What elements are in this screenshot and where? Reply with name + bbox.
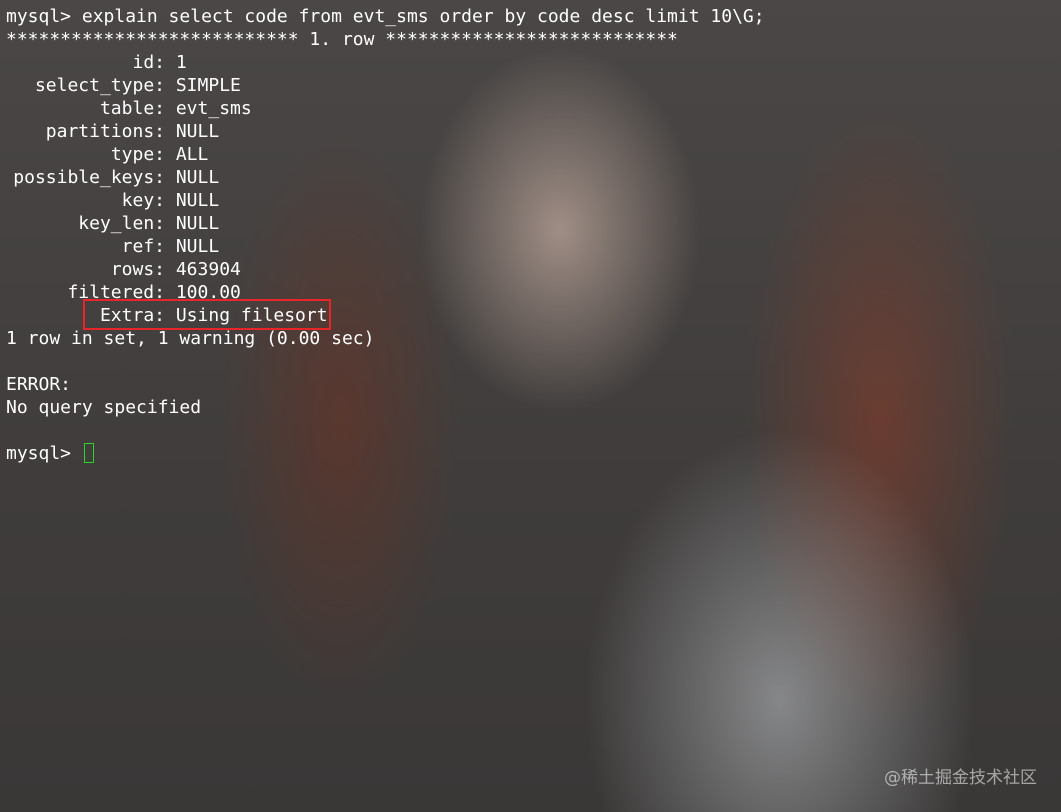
field-value: NULL <box>175 190 220 211</box>
explain-row: type: ALL <box>6 143 209 166</box>
field-value: NULL <box>175 213 220 234</box>
explain-row: possible_keys: NULL <box>6 166 219 189</box>
explain-row: rows: 463904 <box>6 258 241 281</box>
field-value: NULL <box>175 167 220 188</box>
filesort-highlight-box <box>83 299 331 330</box>
prompt: mysql> <box>6 443 72 464</box>
field-label: type: <box>110 144 165 165</box>
row-separator: *************************** 1. row *****… <box>6 29 678 50</box>
field-value: NULL <box>175 121 220 142</box>
explain-row: key: NULL <box>6 189 220 212</box>
terminal-window[interactable]: mysql> explain select code from evt_sms … <box>0 0 1061 812</box>
command-line: mysql> explain select code from evt_sms … <box>6 6 765 27</box>
field-label: key: <box>121 190 165 211</box>
field-value: ALL <box>175 144 209 165</box>
field-label: table: <box>99 98 165 119</box>
field-label: ref: <box>121 236 165 257</box>
field-label: possible_keys: <box>13 167 165 188</box>
field-value: 463904 <box>175 259 241 280</box>
field-label: rows: <box>110 259 165 280</box>
field-value: evt_sms <box>175 98 252 119</box>
explain-row: partitions: NULL <box>6 120 219 143</box>
cursor[interactable] <box>83 443 94 463</box>
field-value: SIMPLE <box>175 75 241 96</box>
field-label: key_len: <box>78 213 165 234</box>
prompt-line[interactable]: mysql> <box>6 442 94 465</box>
field-label: id: <box>132 52 165 73</box>
watermark: @稀土掘金技术社区 <box>884 768 1037 788</box>
explain-row: ref: NULL <box>6 235 220 258</box>
explain-row: table: evt_sms <box>6 97 252 120</box>
summary-line: 1 row in set, 1 warning (0.00 sec) <box>6 328 375 349</box>
explain-row: select_type: SIMPLE <box>6 74 241 97</box>
field-label: partitions: <box>45 121 165 142</box>
explain-row: key_len: NULL <box>6 212 219 235</box>
field-value: NULL <box>175 236 220 257</box>
error-label: ERROR: <box>6 374 72 395</box>
field-label: select_type: <box>34 75 165 96</box>
error-message: No query specified <box>6 397 202 418</box>
explain-row: id: 1 <box>6 51 187 74</box>
field-value: 1 <box>175 52 187 73</box>
